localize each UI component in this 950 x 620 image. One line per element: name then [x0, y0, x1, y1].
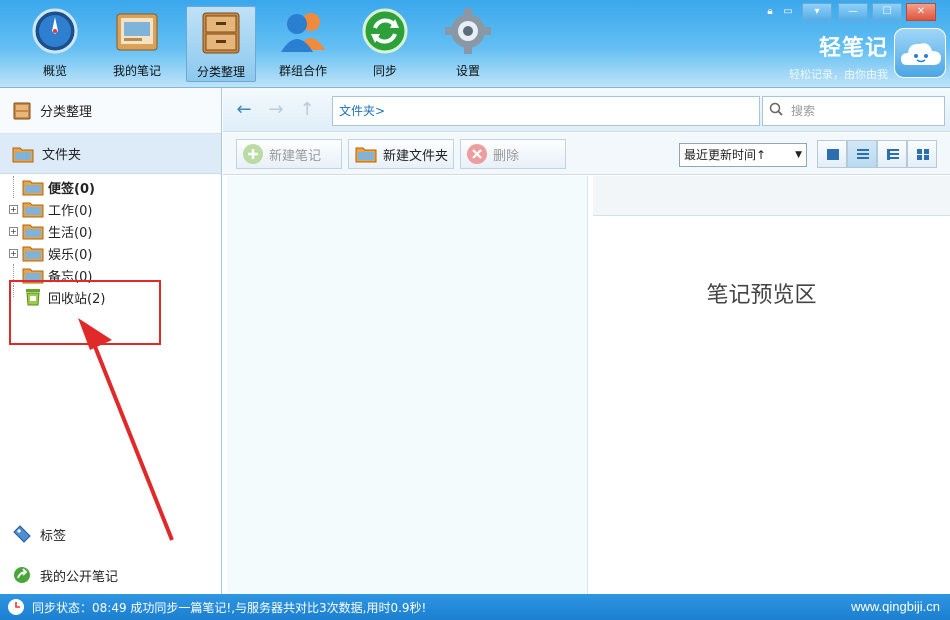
group-icon: [277, 6, 329, 56]
sidebar-item-label: 标签: [40, 528, 67, 544]
tree-item-label: 娱乐(0): [48, 247, 93, 263]
minimize-button[interactable]: —: [838, 3, 868, 21]
detail-view-icon: [887, 149, 899, 160]
sidebar-item-label: 我的公开笔记: [40, 569, 119, 585]
search-box[interactable]: [762, 96, 945, 126]
new-note-button[interactable]: 新建笔记: [236, 139, 342, 169]
view-preview-button[interactable]: [817, 140, 847, 168]
navigation-bar: ← → ↑ 文件夹>: [223, 88, 950, 132]
preview-label: 笔记预览区: [706, 283, 817, 308]
cabinet-icon: [12, 102, 32, 120]
view-list-button[interactable]: [847, 140, 877, 168]
view-grid-button[interactable]: [907, 140, 937, 168]
preview-area: 笔记预览区: [593, 217, 950, 594]
path-bar[interactable]: 文件夹>: [332, 96, 760, 126]
brand-name: 轻笔记: [818, 36, 888, 61]
preview-header: [593, 176, 950, 216]
tree-item-label: 生活(0): [48, 225, 93, 241]
message-icon[interactable]: ▭: [782, 6, 794, 18]
tag-icon: [12, 524, 32, 544]
brand-slogan: 轻松记录，由你由我: [789, 68, 888, 81]
maximize-button[interactable]: ☐: [872, 3, 902, 21]
expand-icon[interactable]: +: [9, 248, 18, 258]
expand-icon[interactable]: +: [9, 204, 18, 214]
folder-icon: [22, 200, 44, 218]
expand-icon[interactable]: +: [9, 226, 18, 236]
folder-icon: [355, 145, 377, 163]
website-link[interactable]: www.qingbiji.cn: [851, 599, 940, 614]
sidebar-item-tags[interactable]: 标签: [12, 523, 66, 545]
highlight-box: [9, 280, 161, 345]
tree-item-label: 便签(0): [48, 181, 95, 197]
lock-icon[interactable]: 🔒︎: [764, 6, 776, 18]
list-view-icon: [857, 149, 869, 160]
back-arrow-icon[interactable]: ←: [233, 100, 255, 120]
toolbar-categorize[interactable]: 分类整理: [186, 6, 256, 82]
new-folder-button[interactable]: 新建文件夹: [348, 139, 454, 169]
sort-select[interactable]: 最近更新时间↑ ▼: [679, 143, 807, 167]
sidebar-item-public-notes[interactable]: 我的公开笔记: [12, 564, 118, 586]
tree-item-label: 工作(0): [48, 203, 93, 219]
toolbar-overview[interactable]: 概览: [20, 6, 90, 82]
cabinet-icon: [195, 7, 247, 57]
delete-icon: [467, 144, 487, 164]
sync-icon: [359, 6, 411, 56]
tree-item-life[interactable]: + 生活(0): [0, 220, 221, 242]
sidebar-header-label: 分类整理: [40, 105, 93, 120]
delete-button[interactable]: 删除: [460, 139, 566, 169]
toolbar-group[interactable]: 群组合作: [268, 6, 338, 82]
note-list[interactable]: [227, 176, 588, 594]
notebook-icon: [111, 6, 163, 56]
tree-item-entertainment[interactable]: + 娱乐(0): [0, 242, 221, 264]
clock-icon: [8, 599, 24, 615]
compass-icon: [29, 6, 81, 56]
folder-icon: [22, 222, 44, 240]
chevron-down-icon: ▼: [795, 150, 802, 160]
toolbar-settings[interactable]: 设置: [433, 6, 503, 82]
folder-icon: [22, 178, 44, 196]
search-icon: [769, 102, 783, 120]
grid-view-icon: [917, 149, 929, 160]
toolbar-my-notes[interactable]: 我的笔记: [102, 6, 172, 82]
brand: 轻笔记 轻松记录，由你由我: [789, 30, 888, 82]
plus-icon: [243, 144, 263, 164]
share-icon: [12, 565, 32, 585]
up-arrow-icon[interactable]: ↑: [296, 100, 318, 120]
tree-item-work[interactable]: + 工作(0): [0, 198, 221, 220]
top-toolbar: 概览 我的笔记 分类整理 群组合作 同步 设置 🔒︎ ▭ ▾ — ☐ ✕ 轻笔记: [0, 0, 950, 88]
view-detail-button[interactable]: [877, 140, 907, 168]
forward-arrow-icon[interactable]: →: [265, 100, 287, 120]
action-bar: 新建笔记 新建文件夹 删除 最近更新时间↑ ▼: [223, 133, 950, 175]
cloud-logo-icon: [894, 28, 946, 78]
status-bar: 同步状态：08:49 成功同步一篇笔记!,与服务器共对比3次数据,用时0.9秒!…: [0, 594, 950, 620]
folder-header-label: 文件夹: [42, 148, 82, 163]
folder-icon: [12, 145, 34, 163]
single-view-icon: [827, 149, 839, 160]
status-text: 同步状态：08:49 成功同步一篇笔记!,与服务器共对比3次数据,用时0.9秒!: [32, 600, 427, 615]
folder-icon: [22, 244, 44, 262]
folder-header[interactable]: 文件夹: [0, 134, 221, 174]
search-input[interactable]: [791, 104, 931, 118]
toolbar-sync[interactable]: 同步: [350, 6, 420, 82]
sidebar-header[interactable]: 分类整理: [0, 88, 221, 134]
gear-icon: [442, 6, 494, 56]
close-button[interactable]: ✕: [906, 3, 936, 21]
menu-button[interactable]: ▾: [802, 3, 832, 21]
tree-item-notes[interactable]: 便签(0): [0, 176, 221, 198]
